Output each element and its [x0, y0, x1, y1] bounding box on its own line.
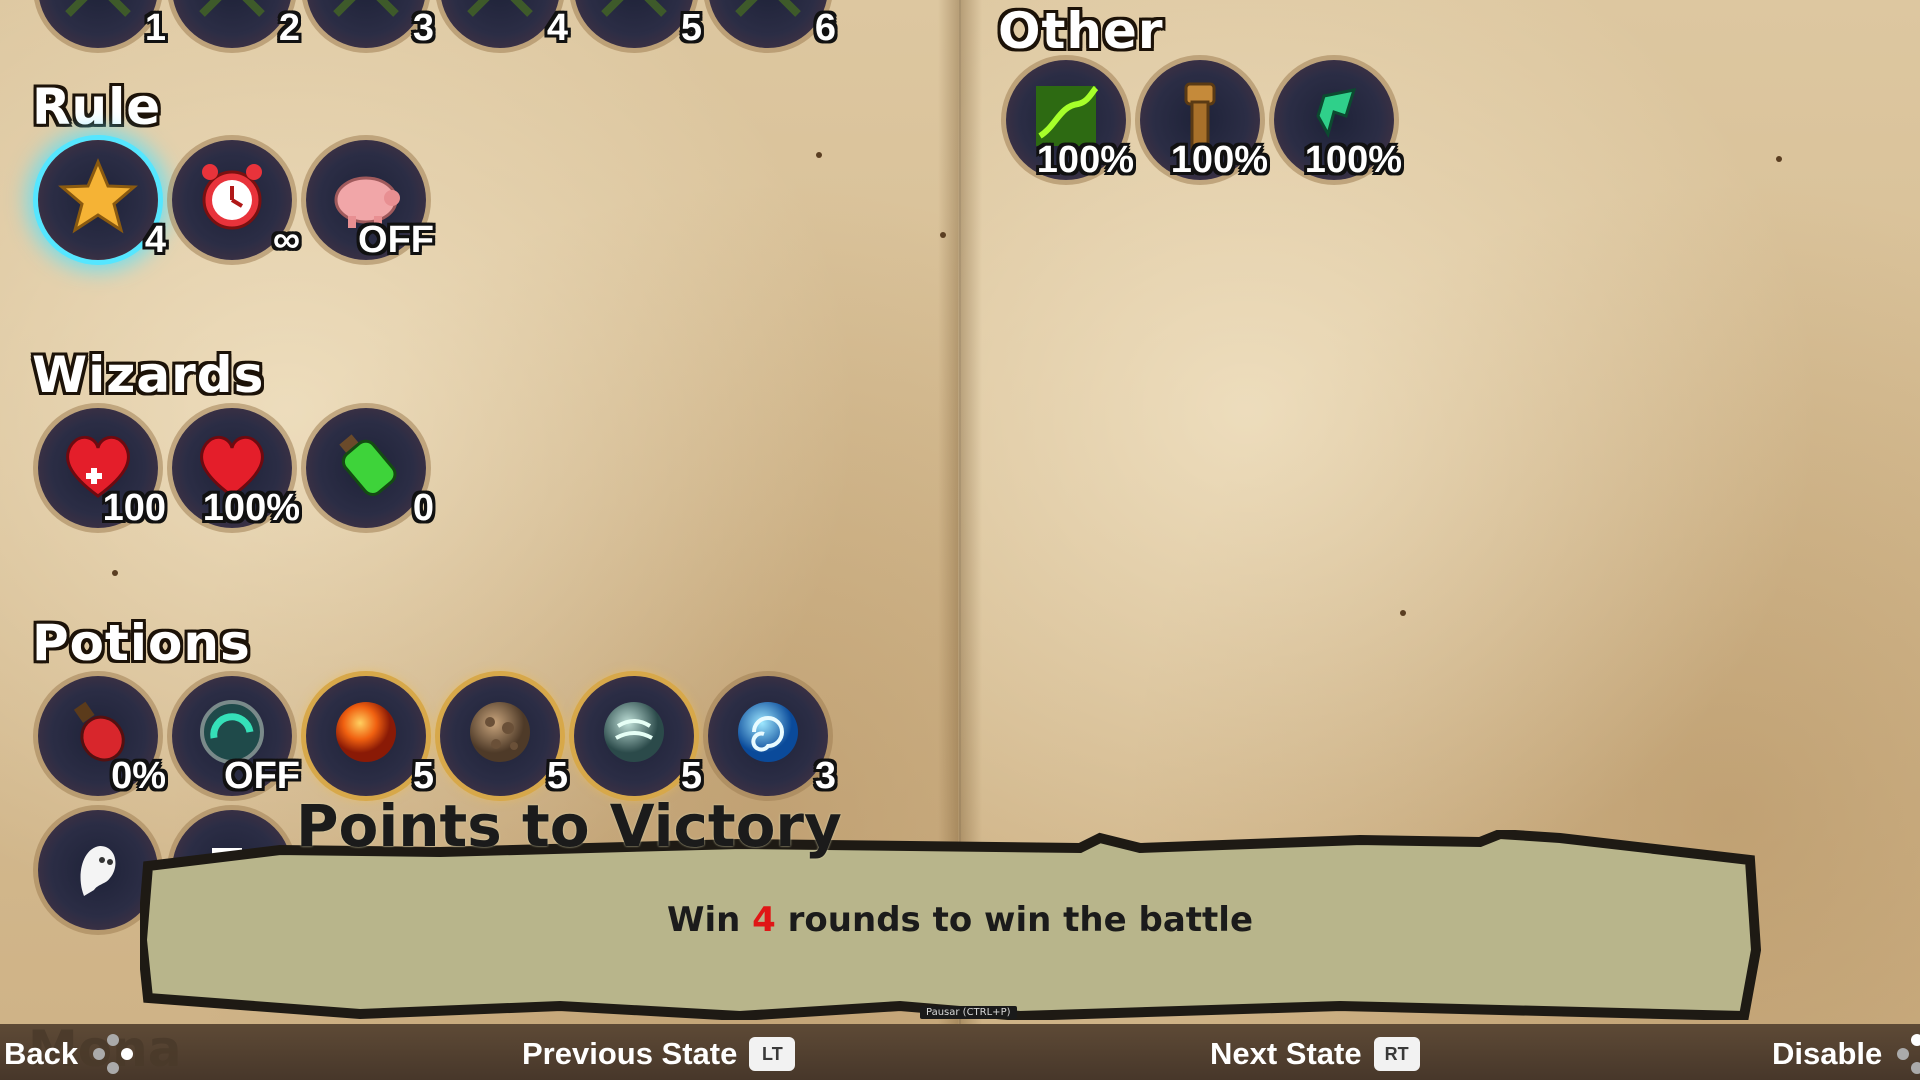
crossed-wands-icon	[735, 0, 801, 17]
wind-orb-icon	[604, 702, 664, 762]
crossed-wands-icon	[65, 0, 131, 17]
banner-highlight: 4	[752, 900, 776, 940]
paper-speck	[1776, 156, 1782, 162]
potions-title: Potions	[32, 614, 251, 672]
paper-speck	[1400, 610, 1406, 616]
player-slot-5[interactable]: 5	[574, 0, 702, 49]
disable-button[interactable]: Disable	[1772, 1034, 1920, 1074]
player-number: 4	[546, 7, 568, 49]
player-slot-1[interactable]: 1	[38, 0, 166, 49]
other-title: Other	[998, 2, 1164, 60]
wizards-damage-value: 100%	[202, 487, 300, 529]
rule-timer-slot[interactable]: ∞	[172, 140, 300, 261]
paper-speck	[940, 232, 946, 238]
other-value: 100%	[1170, 139, 1268, 181]
rule-points-slot[interactable]: 4	[38, 140, 166, 261]
rock-orb-icon	[470, 702, 530, 762]
previous-state-label: Previous State	[522, 1036, 738, 1071]
crossed-wands-icon	[199, 0, 265, 17]
paper-speck	[816, 152, 822, 158]
back-label: Back	[4, 1036, 79, 1071]
ghost-icon	[80, 846, 116, 896]
rule-title: Rule	[32, 78, 162, 136]
player-number: 2	[278, 7, 300, 49]
wizards-damage-slot[interactable]: 100%	[172, 408, 300, 529]
bottom-bar	[0, 1024, 1920, 1080]
potion-slot-1[interactable]: 0%	[38, 676, 166, 797]
rt-key-icon: RT	[1373, 1037, 1420, 1071]
potion-value: OFF	[224, 755, 300, 797]
crossed-wands-icon	[467, 0, 533, 17]
paper-speck	[112, 570, 118, 576]
face-buttons-icon	[93, 1034, 134, 1074]
rule-bank-value: OFF	[358, 219, 434, 261]
wizards-potion-value: 0	[412, 487, 434, 529]
rule-bank-slot[interactable]: OFF	[306, 140, 434, 261]
previous-state-button[interactable]: Previous State LT	[522, 1034, 796, 1074]
alarm-clock-icon	[202, 164, 262, 230]
wizards-health-value: 100	[102, 487, 166, 529]
crossed-wands-icon	[333, 0, 399, 17]
wizards-title: Wizards	[32, 346, 265, 404]
other-slot-1[interactable]: 100%	[1006, 60, 1134, 181]
other-value: 100%	[1304, 139, 1402, 181]
back-button[interactable]: Back	[4, 1034, 136, 1074]
fire-orb-icon	[336, 702, 396, 762]
other-slot-3[interactable]: 100%	[1274, 60, 1402, 181]
next-state-label: Next State	[1210, 1036, 1362, 1071]
player-number: 3	[412, 7, 434, 49]
disable-label: Disable	[1772, 1036, 1883, 1071]
rule-points-value: 4	[144, 219, 166, 261]
other-value: 100%	[1036, 139, 1134, 181]
other-slot-2[interactable]: 100%	[1140, 60, 1268, 181]
potion-slot-3[interactable]: 5	[306, 676, 434, 797]
player-number: 5	[680, 7, 702, 49]
wizards-potion-slot[interactable]: 0	[306, 408, 434, 529]
wizards-health-slot[interactable]: 100	[38, 408, 166, 529]
player-slot-4[interactable]: 4	[440, 0, 568, 49]
potion-slot-2[interactable]: OFF	[172, 676, 300, 797]
green-potion-icon	[339, 434, 397, 496]
pause-tooltip: Pausar (CTRL+P)	[920, 1006, 1017, 1019]
player-slot-6[interactable]: 6	[708, 0, 836, 49]
potion-slot-6[interactable]: 3	[708, 676, 836, 797]
next-state-button[interactable]: Next State RT	[1210, 1034, 1420, 1074]
banner-title: Points to Victory	[296, 792, 842, 860]
player-number: 1	[144, 7, 166, 49]
lt-key-icon: LT	[749, 1037, 796, 1071]
star-icon	[58, 158, 138, 234]
potion-slot-5[interactable]: 5	[574, 676, 702, 797]
player-slot-3[interactable]: 3	[306, 0, 434, 49]
face-buttons-icon	[1897, 1034, 1920, 1074]
player-slot-2[interactable]: 2	[172, 0, 300, 49]
crossed-wands-icon	[601, 0, 667, 17]
player-number: 6	[814, 7, 836, 49]
banner-description: Win 4 rounds to win the battle	[666, 900, 1254, 940]
water-orb-icon	[738, 702, 798, 762]
potion-value: 0%	[111, 755, 166, 797]
potion-slot-4[interactable]: 5	[440, 676, 568, 797]
rule-timer-value: ∞	[272, 219, 300, 261]
